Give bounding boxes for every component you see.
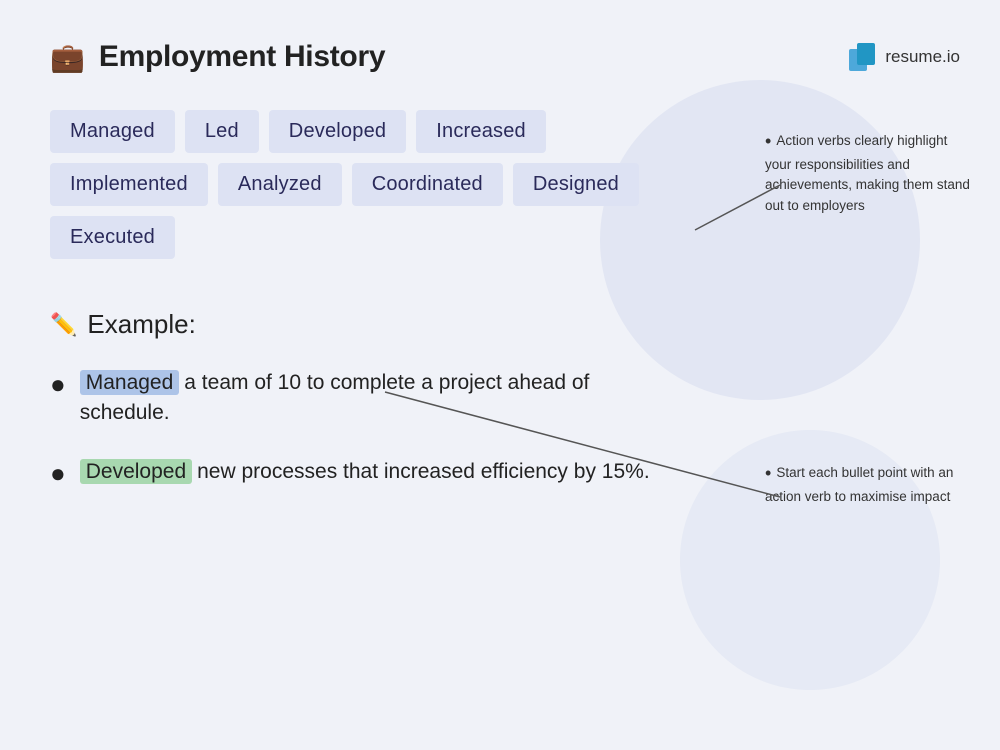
bullet-text-2: Developednew processes that increased ef… (80, 457, 650, 487)
logo-area: resume.io (849, 43, 960, 71)
briefcase-icon: 💼 (50, 41, 85, 74)
title-area: 💼 Employment History (50, 40, 385, 74)
annotation-1-text: Action verbs clearly highlight your resp… (765, 133, 970, 212)
highlight-managed: Managed (80, 370, 180, 395)
verb-chip-analyzed: Analyzed (218, 163, 342, 206)
bullet-dot-1: ● (50, 366, 66, 404)
verb-chip-coordinated: Coordinated (352, 163, 503, 206)
verb-chip-implemented: Implemented (50, 163, 208, 206)
annotation-2: Start each bullet point with an action v… (765, 460, 970, 507)
example-label: ✏️ Example: (50, 309, 940, 340)
verb-chip-increased: Increased (416, 110, 546, 153)
logo-text: resume.io (885, 47, 960, 67)
bullet-dot-2: ● (50, 455, 66, 493)
resume-io-logo-icon (849, 43, 877, 71)
annotation-1: Action verbs clearly highlight your resp… (765, 128, 970, 216)
pencil-icon: ✏️ (50, 312, 77, 338)
verb-chip-managed: Managed (50, 110, 175, 153)
annotation-2-text: Start each bullet point with an action v… (765, 465, 953, 504)
highlight-developed: Developed (80, 459, 192, 484)
verb-chip-developed: Developed (269, 110, 406, 153)
header: 💼 Employment History resume.io (50, 40, 960, 74)
bullet-item-2: ● Developednew processes that increased … (50, 457, 650, 493)
bullet-item-1: ● Manageda team of 10 to complete a proj… (50, 368, 650, 429)
verb-chip-led: Led (185, 110, 259, 153)
verb-chip-executed: Executed (50, 216, 175, 259)
page-container: 💼 Employment History resume.io Managed L… (0, 0, 1000, 750)
verbs-grid: Managed Led Developed Increased Implemen… (50, 110, 690, 259)
example-label-text: Example: (87, 309, 195, 340)
page-title: Employment History (99, 40, 385, 74)
bullet-text-1: Manageda team of 10 to complete a projec… (80, 368, 650, 429)
verb-chip-designed: Designed (513, 163, 639, 206)
